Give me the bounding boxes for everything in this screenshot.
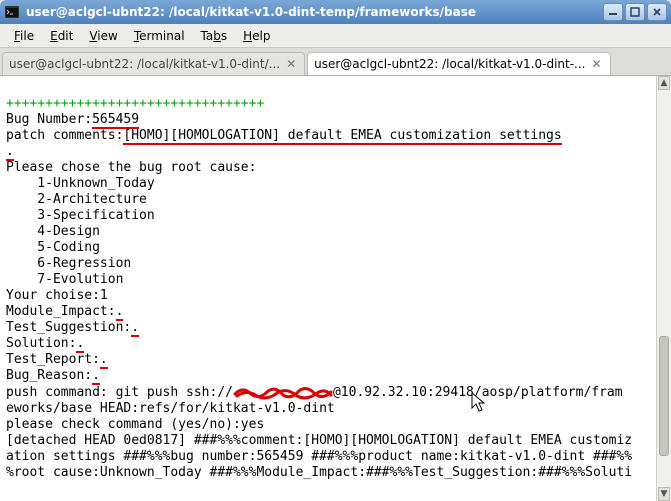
test-suggestion-label: Test_Suggestion: [6,320,131,335]
push-line-2: eworks/base HEAD:refs/for/kitkat-v1.0-di… [6,401,335,416]
terminal-tab-2[interactable]: user@aclgcl-ubnt22: /local/kitkat-v1.0-d… [307,52,610,75]
close-icon[interactable]: ✕ [590,57,604,71]
redacted-scribble [233,386,333,398]
terminal-icon [4,4,20,20]
menu-help[interactable]: Help [237,27,276,45]
tab-label: user@aclgcl-ubnt22: /local/kitkat-v1.0-d… [314,57,585,71]
detached-line-3: %root cause:Unknown_Today ###%%%Module_I… [6,465,632,480]
menu-edit[interactable]: Edit [44,27,79,45]
window-maximize-button[interactable] [625,3,645,21]
root-cause-prompt: Please chose the bug root cause: [6,160,256,175]
terminal-output[interactable]: +++++++++++++++++++++++++++++++++ Bug Nu… [0,76,671,501]
menubar: File Edit View Terminal Tabs Help [0,24,671,48]
menu-terminal[interactable]: Terminal [128,27,191,45]
menu-file[interactable]: File [8,27,40,45]
push-cmd-pre: push command: git push ssh:// [6,385,233,400]
option-6: 6-Regression [6,256,131,271]
window-title: user@aclgcl-ubnt22: /local/kitkat-v1.0-d… [26,5,603,19]
menu-view[interactable]: View [83,27,123,45]
choice-line: Your choise:1 [6,288,108,303]
mouse-cursor-icon [455,376,471,398]
option-7: 7-Evolution [6,272,123,287]
confirm-line: please check command (yes/no):yes [6,417,264,432]
dot-value: . [92,368,100,385]
option-5: 5-Coding [6,240,100,255]
dot-value: . [6,144,14,161]
bug-number-label: Bug Number: [6,112,92,127]
scroll-thumb[interactable] [659,336,669,456]
bug-number-value: 565459 [92,112,139,129]
window-close-button[interactable] [647,3,667,21]
detached-line-1: [detached HEAD 0ed0817] ###%%%comment:[H… [6,433,632,448]
separator-line: +++++++++++++++++++++++++++++++++ [6,96,264,111]
dot-value: . [100,352,108,369]
bug-reason-label: Bug_Reason: [6,368,92,383]
option-1: 1-Unknown_Today [6,176,155,191]
window-titlebar: user@aclgcl-ubnt22: /local/kitkat-v1.0-d… [0,0,671,24]
window-minimize-button[interactable] [603,3,623,21]
tab-bar: user@aclgcl-ubnt22: /local/kitkat-v1.0-d… [0,48,671,76]
option-2: 2-Architecture [6,192,147,207]
terminal-tab-1[interactable]: user@aclgcl-ubnt22: /local/kitkat-v1.0-d… [2,52,305,75]
close-icon[interactable]: ✕ [284,57,298,71]
patch-comments-value: [HOMO][HOMOLOGATION] default EMEA custom… [123,128,561,145]
tab-label: user@aclgcl-ubnt22: /local/kitkat-v1.0-d… [9,57,280,71]
module-impact-label: Module_Impact: [6,304,116,319]
option-3: 3-Specification [6,208,155,223]
window-buttons [603,3,667,21]
solution-label: Solution: [6,336,76,351]
detached-line-2: ation settings ###%%%bug number:565459 #… [6,449,632,464]
test-report-label: Test_Report: [6,352,100,367]
option-4: 4-Design [6,224,100,239]
scroll-down-button[interactable]: ▼ [658,487,670,501]
dot-value: . [76,336,84,353]
menu-tabs[interactable]: Tabs [195,27,234,45]
scroll-up-button[interactable]: ▲ [658,76,670,90]
dot-value: . [116,304,124,321]
patch-comments-label: patch comments: [6,128,123,143]
scrollbar-vertical[interactable]: ▲ ▼ [656,76,671,501]
dot-value: . [131,320,139,337]
